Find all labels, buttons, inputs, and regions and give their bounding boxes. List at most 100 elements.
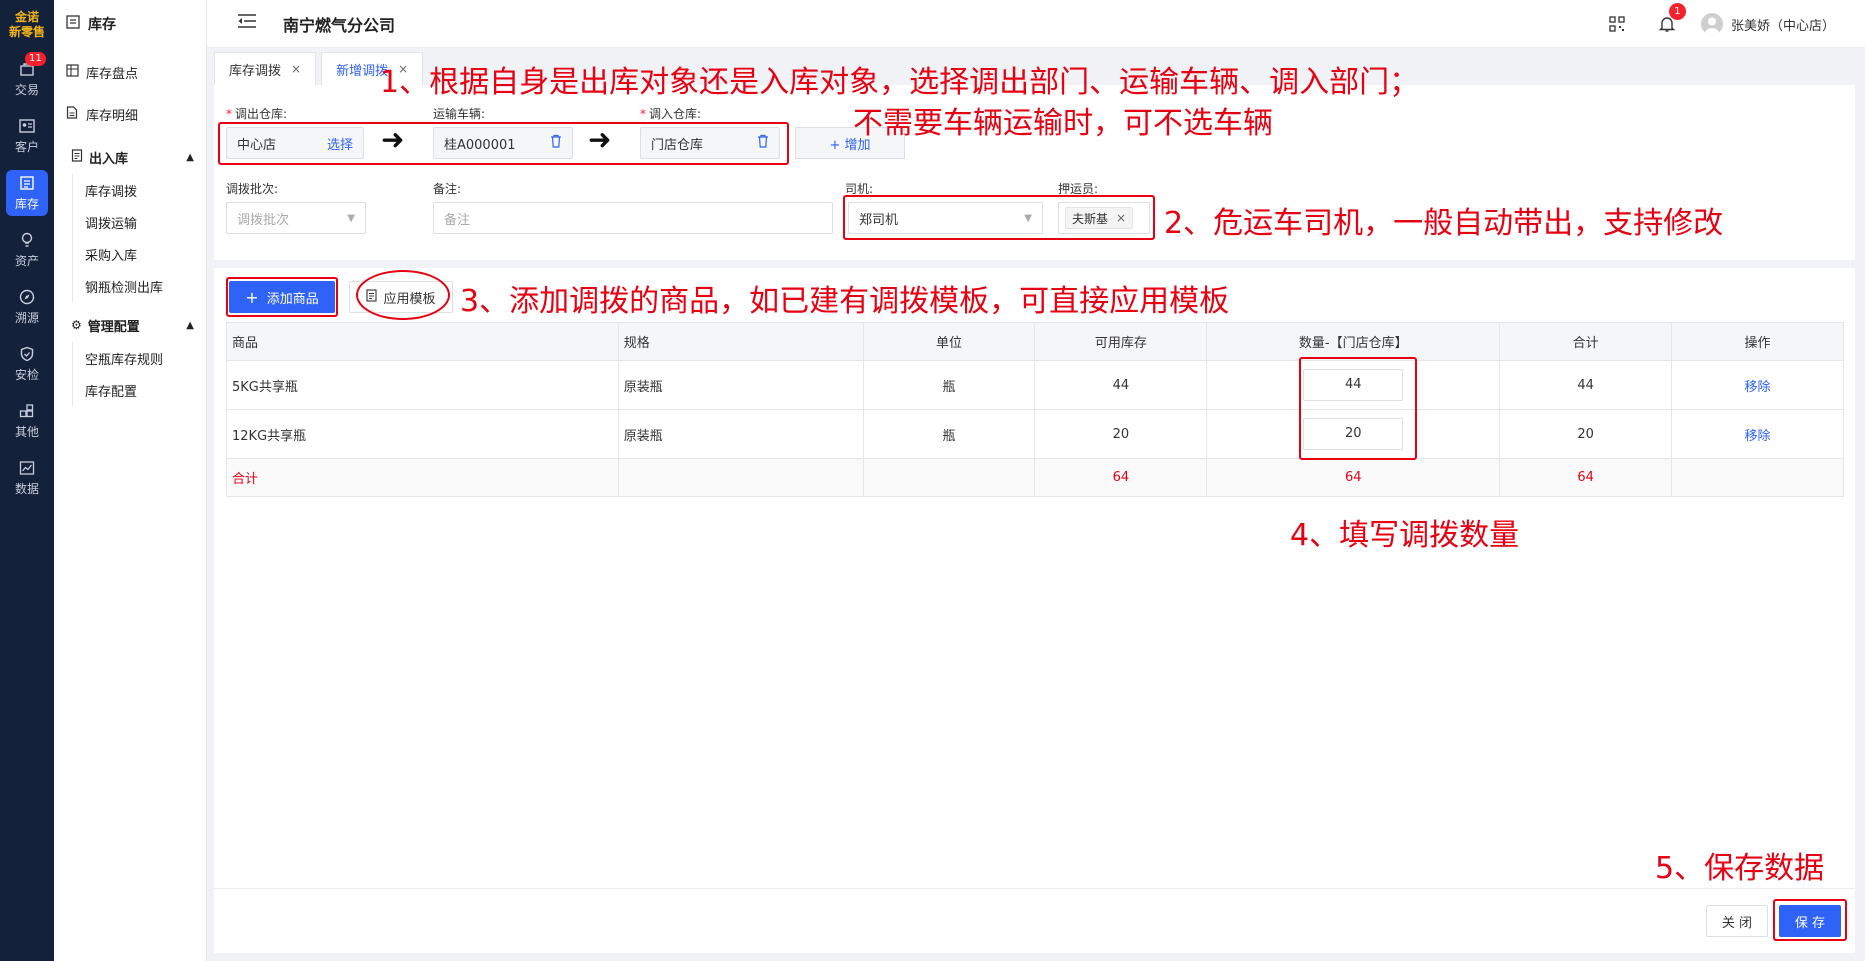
column-header: 单位: [862, 322, 1036, 361]
in-warehouse-value: 门店仓库: [651, 137, 704, 153]
driver-value: 郑司机: [859, 212, 899, 228]
column-header: 规格: [617, 322, 864, 361]
plus-icon: +: [245, 287, 259, 307]
inventory-icon: [66, 15, 80, 33]
table-icon: [66, 64, 80, 80]
rail-item-trace[interactable]: 溯源: [0, 278, 54, 335]
rail-label: 其他: [14, 424, 39, 439]
sum-empty: [1671, 458, 1844, 497]
add-goods-button[interactable]: + 添加商品: [229, 281, 335, 313]
close-button[interactable]: 关 闭: [1706, 905, 1768, 937]
arrow-right-icon: ➜: [381, 123, 405, 156]
batch-select[interactable]: 调拨批次 ▼: [226, 202, 366, 234]
subnav-item-stocktake[interactable]: 库存盘点: [54, 48, 206, 96]
annotation-step4: 4、填写调拨数量: [1290, 518, 1520, 553]
out-warehouse-label: * 调出仓库:: [226, 107, 288, 121]
brand-logo-top: 金诺: [14, 10, 39, 24]
rail-item-customer[interactable]: 客户: [0, 107, 54, 164]
goods-spec: 原装瓶: [617, 409, 864, 459]
line-chart-icon: [18, 459, 36, 477]
column-header: 合计: [1499, 322, 1673, 361]
subnav-item-cylinder-check-out[interactable]: 钢瓶检测出库: [73, 270, 206, 302]
sum-label: 合计: [226, 458, 619, 497]
save-button[interactable]: 保 存: [1779, 905, 1841, 937]
brand-logo-bottom: 新零售: [8, 25, 45, 39]
subnav-group-inout[interactable]: 出入库 ▲: [54, 140, 206, 174]
trash-icon[interactable]: [550, 134, 562, 152]
avatar[interactable]: [1700, 13, 1723, 35]
rail-label: 库存: [14, 196, 39, 211]
subnav-item-purchase-in[interactable]: 采购入库: [73, 238, 206, 270]
sum-empty: [862, 458, 1036, 497]
rail-item-safety[interactable]: 安检: [0, 335, 54, 392]
chevron-down-icon: ▼: [347, 212, 355, 224]
subnav-group-label: 管理配置: [87, 319, 140, 335]
quantity-input[interactable]: 44: [1303, 369, 1404, 401]
qty-cell: 20: [1206, 409, 1501, 459]
select-link[interactable]: 选择: [327, 134, 353, 153]
quantity-input[interactable]: 20: [1303, 418, 1404, 450]
left-rail: 金诺 新零售 11 交易 客户 库存 资产 溯源 安检 其他 数据: [0, 0, 54, 961]
vehicle-label: 运输车辆:: [433, 107, 486, 121]
subnav-item-empty-rule[interactable]: 空瓶库存规则: [73, 342, 206, 374]
remark-input[interactable]: 备注: [433, 202, 833, 234]
table-row: 12KG共享瓶 原装瓶 瓶 20 20 20 移除: [226, 409, 1844, 459]
subnav-group-config[interactable]: ⚙ 管理配置 ▲: [54, 308, 206, 342]
subnav-item-detail[interactable]: 库存明细: [54, 96, 206, 132]
vehicle-field[interactable]: 桂A000001: [433, 127, 573, 159]
remove-link[interactable]: 移除: [1745, 380, 1771, 395]
out-warehouse-field[interactable]: 中心店 选择: [226, 127, 364, 159]
column-header: 数量-【门店仓库】: [1206, 322, 1501, 361]
in-warehouse-field[interactable]: 门店仓库: [640, 127, 780, 159]
compass-icon: [18, 288, 36, 306]
shield-icon: [18, 345, 36, 363]
inventory-icon: [18, 174, 36, 192]
company-title: 南宁燃气分公司: [283, 15, 396, 35]
subnav-item-transport[interactable]: 调拨运输: [73, 206, 206, 238]
notification-badge: 1: [1668, 3, 1686, 20]
escort-value: 夫斯基: [1072, 211, 1109, 226]
goods-name: 5KG共享瓶: [226, 360, 619, 410]
chevron-down-icon: ▼: [1024, 212, 1032, 224]
driver-select[interactable]: 郑司机 ▼: [848, 202, 1043, 234]
sum-empty: [617, 458, 864, 497]
tab-label: 库存调拨: [229, 63, 282, 79]
rail-item-data[interactable]: 数据: [0, 449, 54, 506]
subnav-item-stock-config[interactable]: 库存配置: [73, 374, 206, 406]
rail-item-trade[interactable]: 11 交易: [0, 50, 54, 107]
goods-unit: 瓶: [862, 409, 1036, 459]
close-icon[interactable]: ×: [1116, 211, 1126, 225]
chevron-up-icon: ▲: [186, 151, 194, 163]
brand-logo: 金诺 新零售: [0, 0, 54, 50]
goods-stock: 20: [1034, 409, 1208, 459]
template-icon: [366, 288, 378, 306]
bell-icon[interactable]: 1: [1658, 3, 1686, 33]
subnav-label: 采购入库: [85, 248, 138, 264]
rail-label: 交易: [14, 82, 39, 97]
lightbulb-icon: [18, 231, 36, 249]
close-icon[interactable]: ×: [291, 62, 301, 76]
column-header: 操作: [1671, 322, 1844, 361]
subnav-item-transfer[interactable]: 库存调拨: [73, 174, 206, 206]
rail-item-inventory[interactable]: 库存: [0, 164, 54, 221]
rail-item-assets[interactable]: 资产: [0, 221, 54, 278]
subnav-label: 空瓶库存规则: [85, 352, 164, 368]
tab-stock-transfer[interactable]: 库存调拨 ×: [214, 52, 317, 85]
menu-fold-icon[interactable]: [237, 13, 257, 34]
goods-total: 44: [1499, 360, 1673, 410]
trash-icon[interactable]: [757, 134, 769, 152]
remove-link[interactable]: 移除: [1745, 429, 1771, 444]
out-warehouse-value: 中心店: [237, 137, 277, 153]
document-icon: [66, 106, 80, 122]
blocks-icon: [18, 402, 36, 420]
rail-item-other[interactable]: 其他: [0, 392, 54, 449]
user-name[interactable]: 张美娇（中心店）: [1731, 15, 1835, 34]
subnav-header: 库存: [54, 0, 206, 48]
column-header: 可用库存: [1034, 322, 1208, 361]
arrow-right-icon: ➜: [588, 123, 612, 156]
apply-template-button[interactable]: 应用模板: [349, 281, 453, 313]
qrcode-icon[interactable]: [1609, 16, 1625, 32]
escort-select[interactable]: 夫斯基 ×: [1058, 202, 1150, 234]
batch-placeholder: 调拨批次: [237, 212, 290, 228]
document-list-icon: [71, 149, 83, 165]
